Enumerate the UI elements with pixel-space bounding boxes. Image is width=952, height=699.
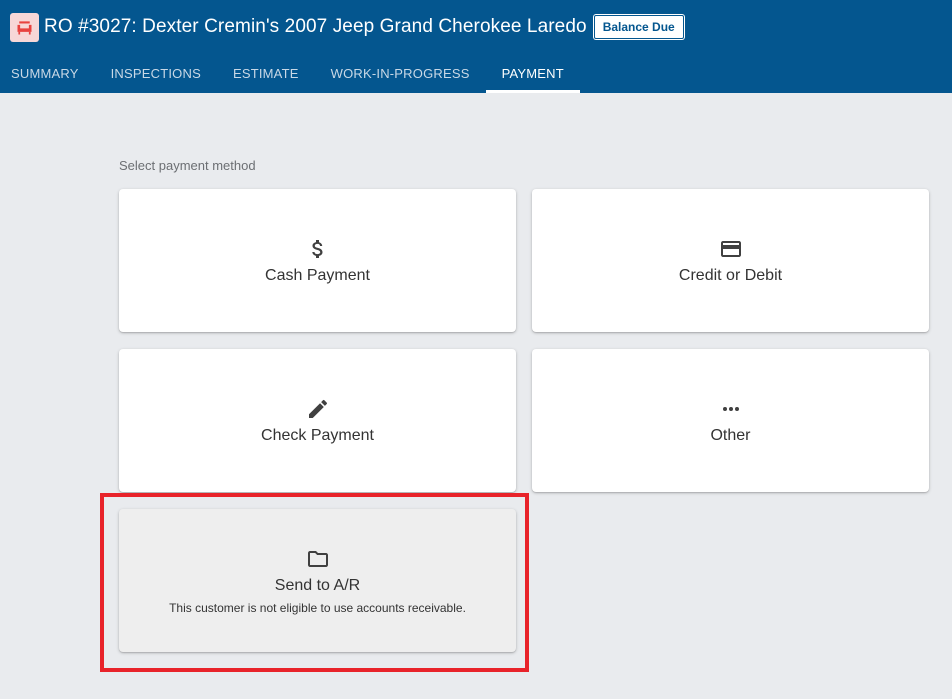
highlight-outline xyxy=(100,493,529,672)
more-horizontal-icon xyxy=(719,397,743,421)
dollar-icon xyxy=(306,237,330,261)
status-badge: Balance Due xyxy=(593,15,684,39)
other-payment-label: Other xyxy=(710,426,751,444)
tab-payment[interactable]: PAYMENT xyxy=(485,54,581,93)
tab-inspections[interactable]: INSPECTIONS xyxy=(95,54,217,93)
other-payment-card[interactable]: Other xyxy=(532,349,929,492)
car-seat-icon[interactable] xyxy=(10,12,39,42)
tab-estimate[interactable]: ESTIMATE xyxy=(217,54,315,93)
tab-summary[interactable]: SUMMARY xyxy=(0,54,95,93)
credit-card-icon xyxy=(719,237,743,261)
cash-payment-label: Cash Payment xyxy=(265,266,370,284)
check-payment-card[interactable]: Check Payment xyxy=(119,349,516,492)
tab-work-in-progress[interactable]: WORK-IN-PROGRESS xyxy=(315,54,486,93)
app-header: RO #3027: Dexter Cremin's 2007 Jeep Gran… xyxy=(0,0,952,93)
cash-payment-card[interactable]: Cash Payment xyxy=(119,189,516,332)
check-payment-label: Check Payment xyxy=(261,426,374,444)
tab-bar: SUMMARY INSPECTIONS ESTIMATE WORK-IN-PRO… xyxy=(0,54,581,93)
credit-debit-card[interactable]: Credit or Debit xyxy=(532,189,929,332)
title-row: RO #3027: Dexter Cremin's 2007 Jeep Gran… xyxy=(10,12,684,42)
credit-debit-label: Credit or Debit xyxy=(678,266,783,284)
pencil-icon xyxy=(306,397,330,421)
page-title: RO #3027: Dexter Cremin's 2007 Jeep Gran… xyxy=(44,16,587,37)
section-label: Select payment method xyxy=(119,158,256,173)
